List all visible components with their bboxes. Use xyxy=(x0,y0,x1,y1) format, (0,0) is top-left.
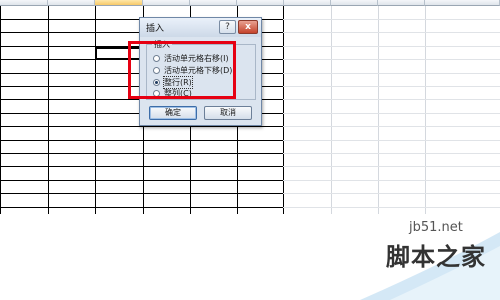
dialog-titlebar[interactable]: 插入 ? x xyxy=(140,18,261,37)
grid-row-line xyxy=(283,140,500,141)
grid-column-line xyxy=(95,6,96,214)
grid-row-line xyxy=(283,73,500,74)
grid-row-line xyxy=(283,99,500,100)
grid-column-line xyxy=(0,6,1,214)
site-watermark: jb51.net 脚本之家 xyxy=(330,220,500,300)
grid-row-line xyxy=(0,207,283,208)
ok-button[interactable]: 确定 xyxy=(149,106,197,120)
grid-row-line xyxy=(0,153,283,154)
grid-row-line xyxy=(0,166,283,167)
grid-row-line xyxy=(283,32,500,33)
grid-row-line xyxy=(0,180,283,181)
grid-row-line xyxy=(283,113,500,114)
grid-row-line xyxy=(283,153,500,154)
option-entire-row[interactable]: 整行(R) xyxy=(153,75,193,89)
active-cell[interactable] xyxy=(95,47,142,60)
grid-row-line xyxy=(283,19,500,20)
radio-button[interactable] xyxy=(153,89,160,97)
option-shift-right[interactable]: 活动单元格右移(I) xyxy=(153,53,229,63)
grid-row-line xyxy=(283,86,500,87)
insert-option-group: 插入 活动单元格右移(I) 活动单元格下移(D) 整行(R) 整列(C) xyxy=(146,39,256,100)
help-button[interactable]: ? xyxy=(219,20,236,34)
grid-row-line xyxy=(283,166,500,167)
dialog-title: 插入 xyxy=(146,24,165,34)
radio-button-selected[interactable] xyxy=(153,78,160,86)
radio-button[interactable] xyxy=(153,66,160,74)
option-shift-down[interactable]: 活动单元格下移(D) xyxy=(153,65,232,75)
grid-row-line xyxy=(283,59,500,60)
option-entire-column[interactable]: 整列(C) xyxy=(153,88,192,98)
grid-row-line xyxy=(283,180,500,181)
grid-row-line xyxy=(283,193,500,194)
grid-row-line xyxy=(283,207,500,208)
grid-row-line xyxy=(283,126,500,127)
grid-column-line xyxy=(283,6,284,214)
watermark-url: jb51.net xyxy=(409,220,463,235)
grid-row-line xyxy=(0,126,283,127)
option-label[interactable]: 整列(C) xyxy=(164,88,192,99)
option-label[interactable]: 整行(R) xyxy=(163,75,193,89)
grid-row-line xyxy=(283,46,500,47)
close-button[interactable]: x xyxy=(238,20,258,34)
cancel-button[interactable]: 取消 xyxy=(204,106,252,120)
grid-column-line xyxy=(331,6,332,214)
option-label[interactable]: 活动单元格右移(I) xyxy=(164,53,229,64)
option-label[interactable]: 活动单元格下移(D) xyxy=(164,65,232,76)
grid-row-line xyxy=(0,140,283,141)
grid-row-line xyxy=(0,193,283,194)
grid-column-line xyxy=(425,6,426,214)
grid-column-line xyxy=(378,6,379,214)
insert-dialog: 插入 ? x 插入 活动单元格右移(I) 活动单元格下移(D) 整行(R) 整列… xyxy=(139,17,262,126)
grid-column-line xyxy=(48,6,49,214)
radio-button[interactable] xyxy=(153,54,160,62)
group-label: 插入 xyxy=(152,39,172,50)
watermark-name: 脚本之家 xyxy=(386,243,486,271)
